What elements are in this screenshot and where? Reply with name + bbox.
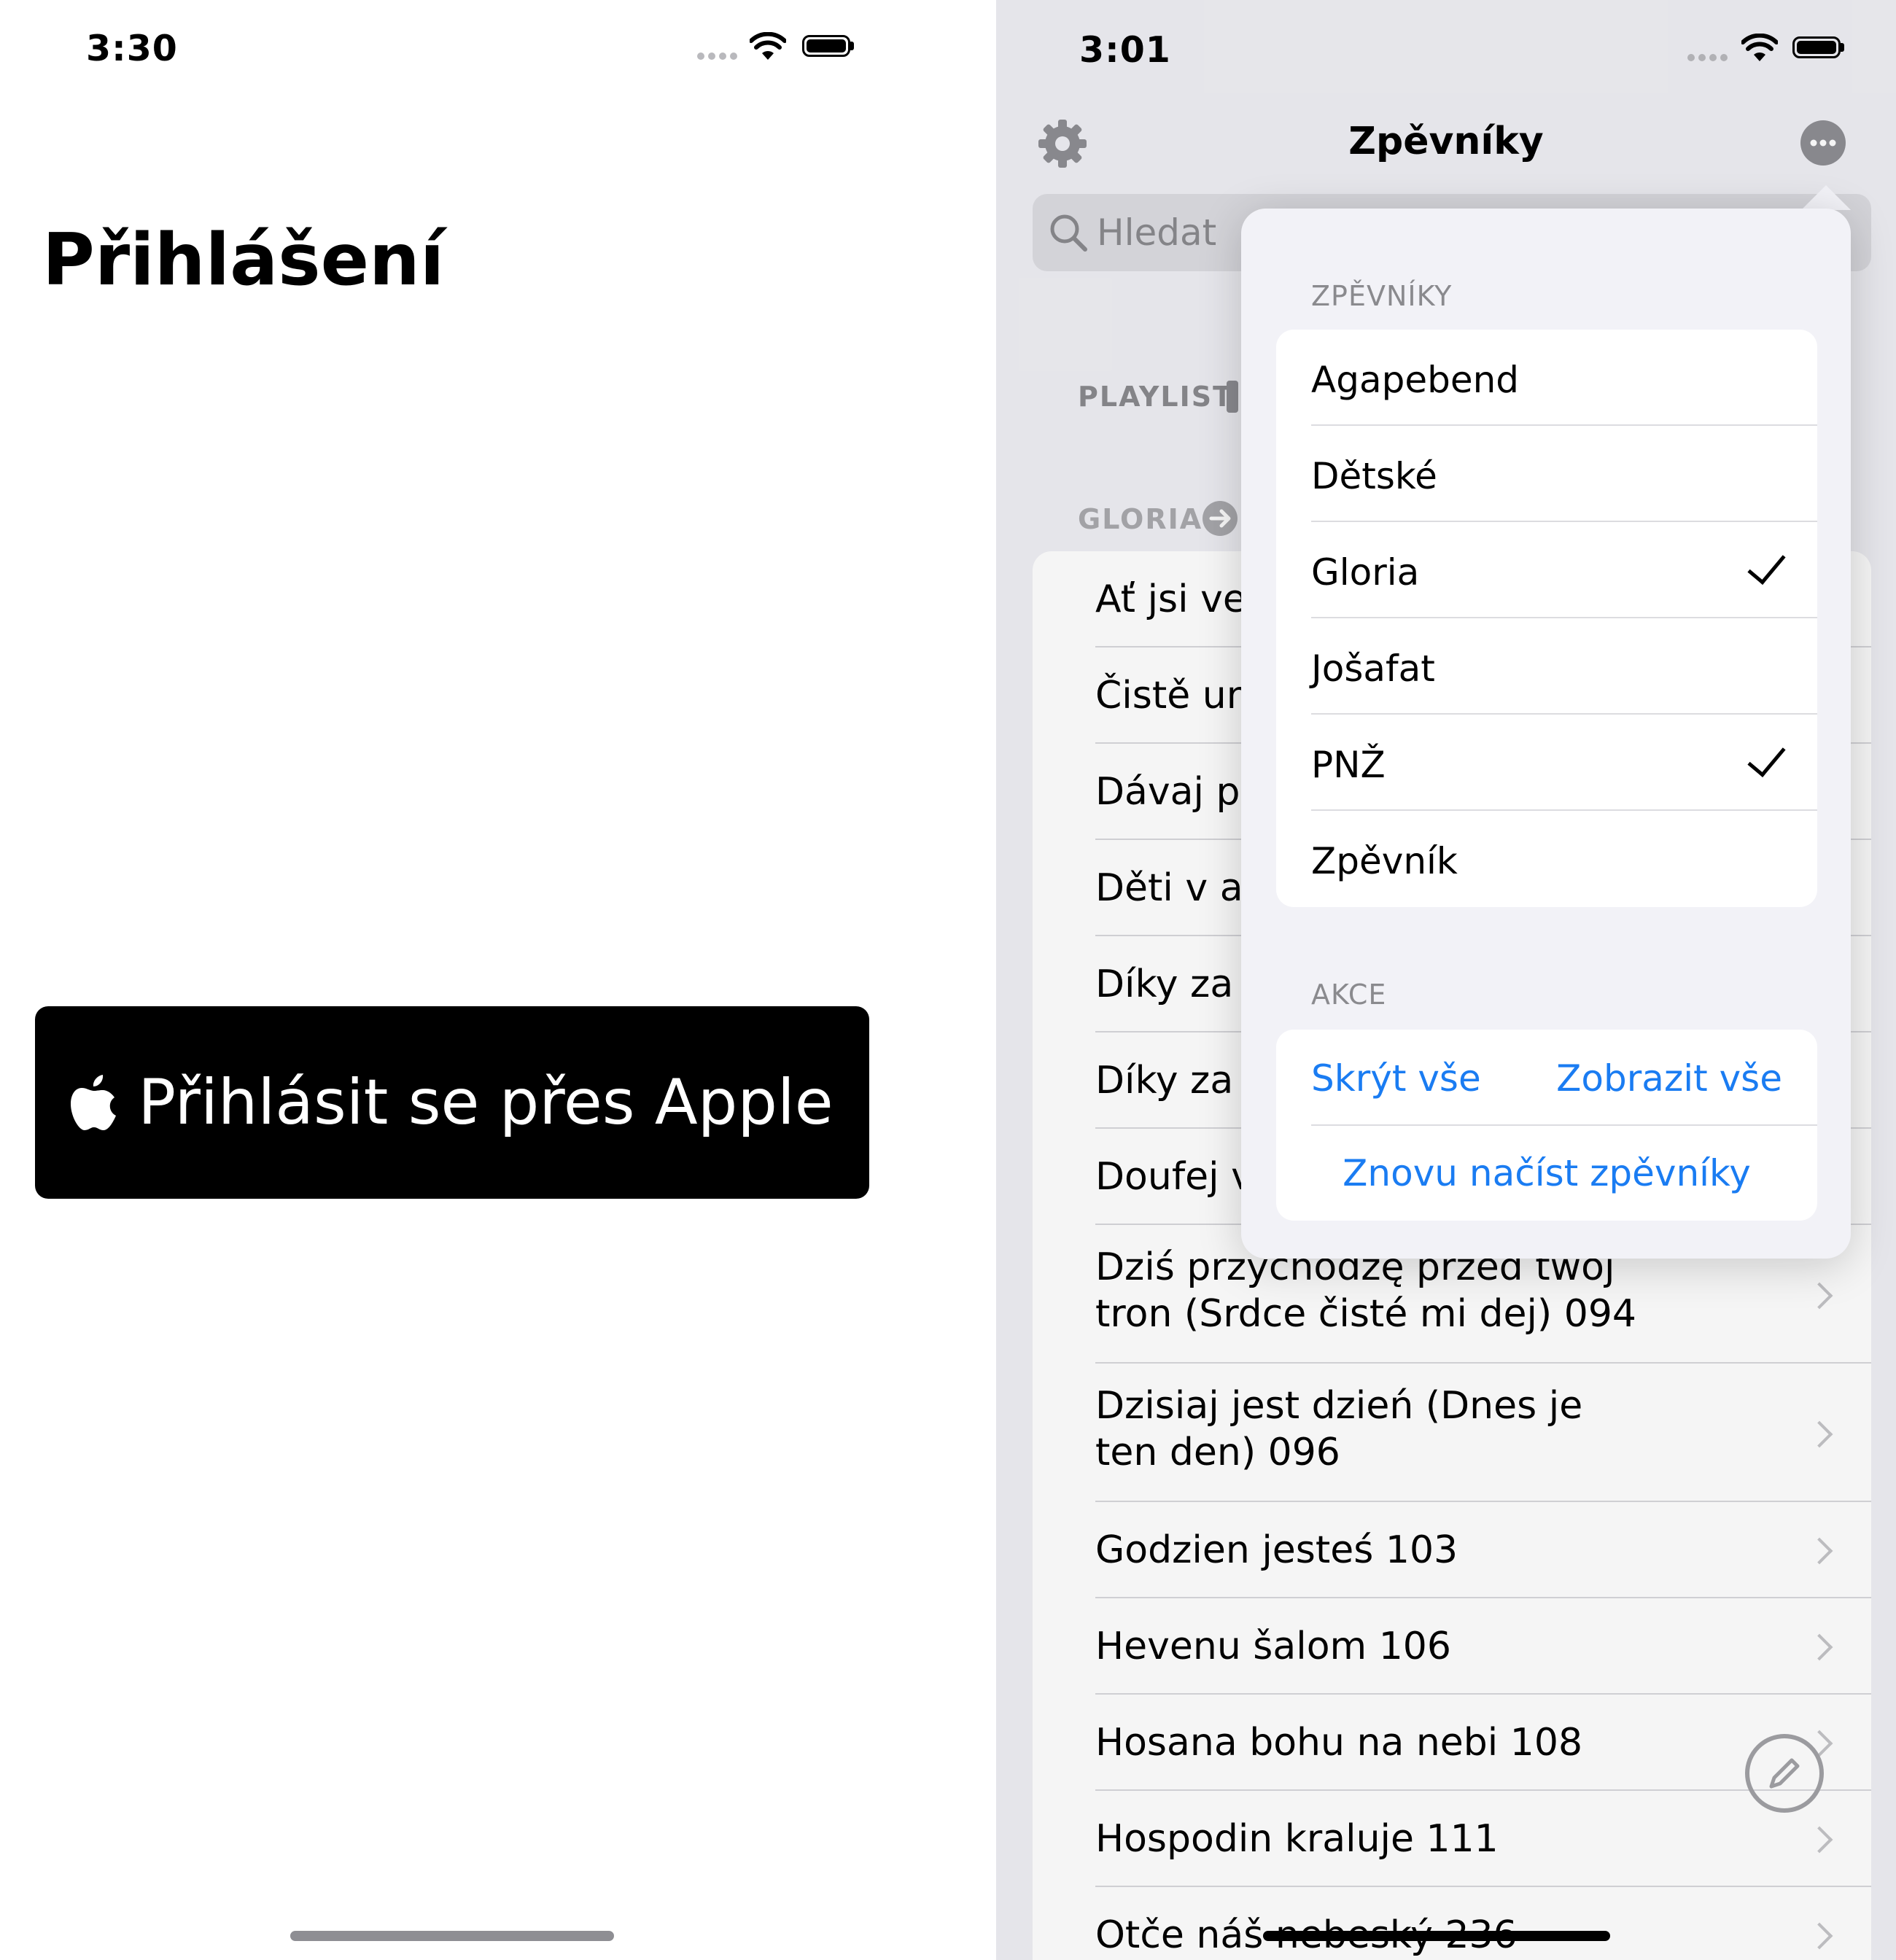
songbooks-screen: 3:01 Zpěvníky Hledat PLAYLIST GLORIA Ať … (996, 0, 1896, 1960)
popover-header-songbooks: ZPĚVNÍKY (1311, 280, 1453, 312)
songbook-option[interactable]: Agapebend (1311, 330, 1817, 426)
pencil-icon (1769, 1758, 1800, 1789)
apple-logo-icon (71, 1075, 117, 1130)
page-title: Přihlášení (42, 219, 445, 302)
home-indicator (1263, 1931, 1610, 1941)
login-screen: 3:30 Přihlášení Přihlásit se přes Apple (0, 0, 992, 1960)
actions-card: Skrýt vše Zobrazit vše Znovu načíst zpěv… (1276, 1030, 1817, 1221)
sign-in-with-apple-button[interactable]: Přihlásit se přes Apple (35, 1006, 869, 1199)
songbook-options: Agapebend Dětské Gloria Jošafat PNŽ Zpěv… (1276, 330, 1817, 907)
battery-icon (802, 35, 854, 57)
sign-in-label: Přihlásit se přes Apple (138, 1066, 834, 1139)
edit-button[interactable] (1745, 1734, 1824, 1813)
songbook-option[interactable]: Jošafat (1311, 618, 1817, 715)
hide-all-button[interactable]: Skrýt vše (1311, 1057, 1481, 1100)
show-all-button[interactable]: Zobrazit vše (1556, 1057, 1782, 1100)
songbooks-popover: ZPĚVNÍKY Agapebend Dětské Gloria Jošafat… (1241, 209, 1851, 1259)
songbook-option[interactable]: Gloria (1311, 522, 1817, 618)
wifi-icon (750, 32, 786, 60)
popover-header-actions: AKCE (1311, 979, 1387, 1011)
home-indicator (290, 1931, 614, 1941)
status-time: 3:30 (86, 28, 178, 69)
reload-songbooks-button[interactable]: Znovu načíst zpěvníky (1276, 1152, 1817, 1194)
songbook-option[interactable]: PNŽ (1311, 715, 1817, 811)
songbook-option[interactable]: Dětské (1311, 426, 1817, 522)
checkmark-icon (1747, 737, 1786, 777)
popover-arrow (1801, 185, 1851, 210)
checkmark-icon (1747, 545, 1786, 585)
signal-icon (697, 52, 737, 60)
songbook-option[interactable]: Zpěvník (1311, 811, 1817, 907)
divider (1311, 1124, 1817, 1126)
